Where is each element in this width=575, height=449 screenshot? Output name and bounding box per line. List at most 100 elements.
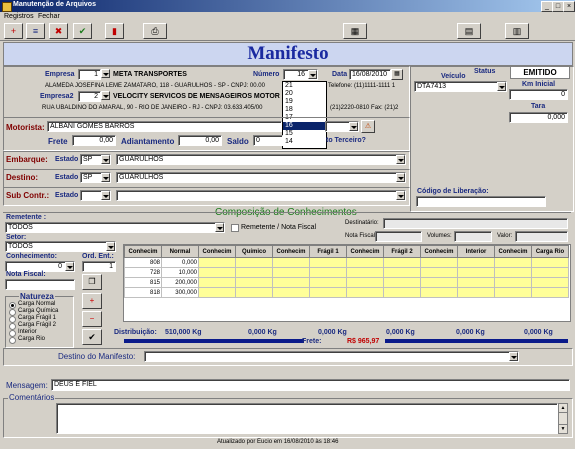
empresa2-dropdown-arrow[interactable] [101,91,110,100]
natureza-radio[interactable] [9,337,16,344]
ord-ent-input[interactable]: 1 [82,261,116,272]
table-row[interactable]: 808 0,000 [124,257,569,268]
comentarios-scrollbar[interactable]: ▲ ▼ [558,403,568,434]
table-row[interactable]: 818 300,000 [124,287,569,298]
nota-fiscal-input[interactable] [5,279,75,290]
grid-cell[interactable]: 0,000 [161,257,199,268]
comentarios-textarea[interactable] [56,403,558,434]
saldo-input[interactable]: 0 [253,135,283,146]
adiantamento-input[interactable]: 0,00 [178,135,222,146]
numero-dropdown-arrow[interactable] [308,70,317,79]
delete-record-button[interactable]: ✖ [49,23,68,39]
grid-cell[interactable]: 815 [124,277,162,288]
menu-fechar[interactable]: Fechar [38,13,60,20]
grid-cell[interactable]: 200,000 [161,277,199,288]
motorista-select[interactable]: ALBANI GOMES BARROS [47,121,282,132]
mensagem-input[interactable]: DEUS É FIEL [51,379,570,391]
veiculo-dropdown-arrow[interactable] [497,82,506,91]
embarque-uf-arrow[interactable] [101,155,110,164]
frete-input[interactable]: 0,00 [72,135,116,146]
destino-manifesto-arrow[interactable] [509,352,518,361]
natureza-radio[interactable] [9,323,16,330]
km-input[interactable]: 0 [509,89,568,100]
natureza-radio[interactable] [9,330,16,337]
embarque-uf-select[interactable]: SP [80,154,111,165]
grid-cell[interactable]: 300,000 [161,287,199,298]
confirm-button[interactable]: ✔ [73,23,92,39]
grid-header[interactable]: Conhecim [346,245,384,258]
print-button[interactable]: ⎙ [143,23,167,39]
warning-icon[interactable]: ⚠ [361,120,375,133]
scroll-up-icon[interactable]: ▲ [559,404,567,413]
destino-uf-arrow[interactable] [101,173,110,182]
codigo-liberacao-label: Código de Liberação: [417,188,489,195]
grid-header[interactable]: Frágil 2 [383,245,421,258]
subcontr-uf-select[interactable] [80,190,111,201]
destino-manifesto-select[interactable] [144,351,519,362]
grid-header[interactable]: Conhecim [494,245,532,258]
destino-city-select[interactable]: GUARULHOS [116,172,406,183]
destino-city-arrow[interactable] [396,173,405,182]
grid-header[interactable]: Interior [457,245,495,258]
table-row[interactable]: 728 10,000 [124,267,569,278]
empresa2-phone: (21)2220-0810 Fax: (21)2 [330,105,399,111]
scroll-down-icon[interactable]: ▼ [559,424,567,433]
grid-header[interactable]: Carga Rio [531,245,569,258]
grid-header[interactable]: Conhecim [198,245,236,258]
empresa-code-select[interactable]: 1 [78,69,101,80]
destino-uf-select[interactable]: SP [80,172,111,183]
folder-button[interactable]: ▤ [457,23,481,39]
numero-option[interactable]: 21 [283,82,326,90]
codigo-liberacao-input[interactable] [416,196,546,207]
embarque-city-select[interactable]: GUARULHOS [116,154,406,165]
motorista-extra-select[interactable] [325,121,359,132]
valor-field [515,231,568,242]
close-button[interactable]: × [563,1,575,12]
natureza-radio[interactable] [9,316,16,323]
remetente-arrow[interactable] [215,223,224,232]
empresa2-code-select[interactable]: 2 [78,91,101,102]
natureza-radio[interactable] [9,309,16,316]
numero-option[interactable]: 19 [283,98,326,106]
numero-select[interactable]: 16 [283,69,318,80]
book-button[interactable]: ▮ [105,23,124,39]
grid-header[interactable]: Químico [235,245,273,258]
calendar-icon[interactable]: ▦ [391,69,403,80]
setor-arrow[interactable] [106,242,115,251]
grid-header[interactable]: Conhecim [272,245,310,258]
numero-option[interactable]: 18 [283,106,326,114]
veiculo-select[interactable]: DTA7413 [414,81,507,92]
add-item-icon[interactable]: + [82,293,102,309]
menu-registros[interactable]: Registros [4,13,34,20]
subcontr-uf-arrow[interactable] [101,191,110,200]
embarque-city-arrow[interactable] [396,155,405,164]
setor-select[interactable]: TODOS [5,241,116,252]
subcontr-select[interactable] [116,190,406,201]
grid-header[interactable]: Normal [161,245,199,258]
motorista-dropdown-arrow[interactable] [349,122,358,131]
copy-icon[interactable]: ❐ [82,274,102,290]
tara-input[interactable]: 0,000 [509,112,568,123]
calculator-button[interactable]: ▦ [343,23,367,39]
conhecimento-arrow[interactable] [65,262,74,271]
empresa-dropdown-arrow[interactable] [101,69,110,78]
remetente-select[interactable]: TODOS [5,222,225,233]
numero-option[interactable]: 20 [283,90,326,98]
natureza-radio[interactable] [9,302,16,309]
edit-record-button[interactable]: ≡ [26,23,45,39]
remetente-nota-checkbox[interactable] [231,224,239,232]
remove-item-icon[interactable]: − [82,311,102,327]
checkmark-icon[interactable]: ✔ [82,329,102,345]
new-record-button[interactable]: + [4,23,23,39]
subcontr-arrow[interactable] [396,191,405,200]
grid-cell[interactable]: 808 [124,257,162,268]
table-row[interactable]: 815 200,000 [124,277,569,288]
grid-cell[interactable]: 10,000 [161,267,199,278]
grid-cell[interactable]: 728 [124,267,162,278]
data-input[interactable]: 16/08/2010 [349,69,391,80]
grid-header[interactable]: Frágil 1 [309,245,347,258]
grid-header[interactable]: Conhecim [420,245,458,258]
grid-cell[interactable]: 818 [124,287,162,298]
document-button[interactable]: ▥ [505,23,529,39]
grid-header[interactable]: Conhecim [124,245,162,258]
